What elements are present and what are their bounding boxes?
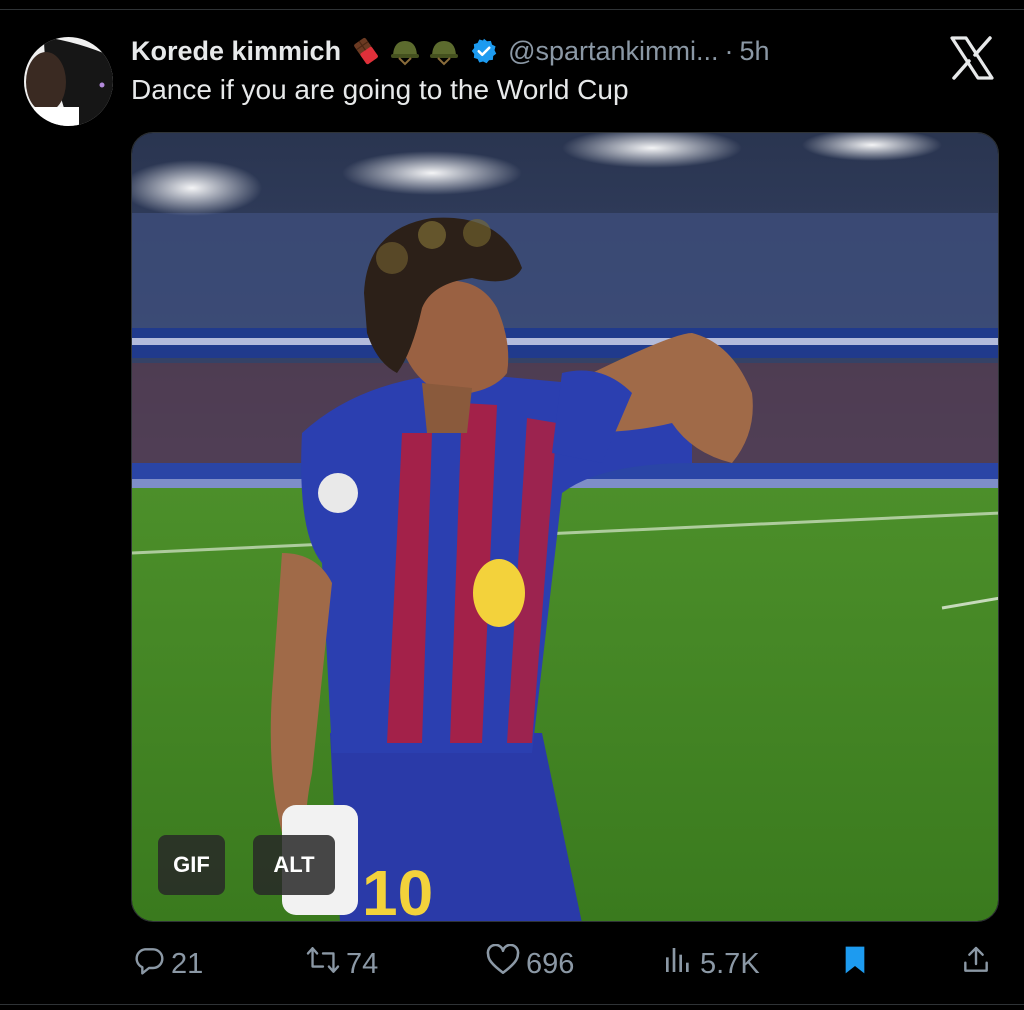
author-name[interactable]: Korede kimmich	[131, 36, 341, 67]
bookmark-button[interactable]	[840, 940, 876, 988]
author-handle[interactable]: @spartankimmi...	[508, 36, 718, 67]
top-divider	[0, 9, 1024, 10]
like-count: 696	[526, 947, 575, 980]
military-helmet-icon	[429, 36, 459, 66]
tweet-header: Korede kimmich @spartankimmi... · 5h	[131, 30, 770, 72]
heart-icon	[486, 943, 526, 984]
like-button[interactable]: 696	[486, 940, 574, 988]
share-button[interactable]	[960, 940, 998, 988]
gif-frame-image: 10	[132, 133, 998, 922]
bottom-divider	[0, 1004, 1024, 1005]
military-helmet-icon	[390, 36, 420, 66]
verified-badge-icon	[470, 37, 498, 65]
alt-text-button[interactable]: ALT	[253, 835, 335, 895]
reply-button[interactable]: 21	[133, 940, 203, 988]
tweet-actions: 21 74 696 5.7K	[0, 940, 1024, 988]
bookmark-icon	[840, 944, 876, 984]
jersey-number: 10	[362, 857, 433, 922]
x-logo-icon[interactable]	[949, 35, 995, 81]
views-count: 5.7K	[700, 947, 760, 980]
chocolate-bar-icon	[351, 36, 381, 66]
views-chart-icon	[662, 944, 700, 984]
views-button[interactable]: 5.7K	[662, 940, 760, 988]
tweet-media-gif[interactable]: 10 GIF ALT	[131, 132, 999, 922]
avatar[interactable]	[24, 37, 113, 126]
reply-icon	[133, 944, 171, 984]
reply-count: 21	[171, 947, 204, 980]
repost-icon	[306, 944, 346, 984]
tweet-text: Dance if you are going to the World Cup	[131, 74, 629, 105]
share-icon	[960, 944, 998, 984]
header-separator: ·	[724, 35, 734, 66]
tweet-timestamp[interactable]: 5h	[740, 36, 770, 67]
repost-count: 74	[346, 947, 379, 980]
gif-badge[interactable]: GIF	[158, 835, 225, 895]
repost-button[interactable]: 74	[306, 940, 378, 988]
